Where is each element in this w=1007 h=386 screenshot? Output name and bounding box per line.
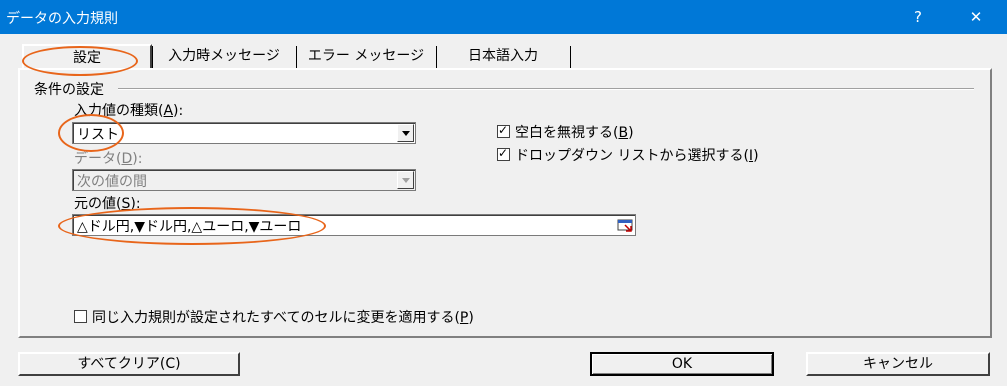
source-input[interactable]: △ドル円,▼ドル円,△ユーロ,▼ユーロ — [72, 214, 636, 236]
cancel-button[interactable]: キャンセル — [806, 352, 990, 376]
tab-divider — [436, 46, 437, 68]
window-title: データの入力規則 — [6, 11, 118, 27]
dropdown-checkbox[interactable]: ✓ — [497, 146, 510, 161]
data-dropdown: 次の値の間 — [72, 169, 416, 191]
ok-button[interactable]: OK — [590, 352, 774, 376]
source-value: △ドル円,▼ドル円,△ユーロ,▼ユーロ — [77, 219, 302, 235]
chevron-down-icon — [397, 171, 414, 189]
checkmark-icon: ✓ — [498, 146, 509, 160]
section-title: 条件の設定 — [34, 82, 104, 98]
dropdown-label: ドロップダウン リストから選択する(I) — [515, 148, 759, 164]
chevron-down-icon[interactable] — [397, 124, 414, 142]
apply-all-checkbox[interactable] — [74, 310, 87, 323]
allow-dropdown[interactable]: リスト — [72, 122, 416, 144]
ignore-blank-label: 空白を無視する(B) — [515, 125, 634, 141]
tab-settings[interactable]: 設定 — [22, 44, 152, 70]
clear-all-button[interactable]: すべてクリア(C) — [18, 352, 240, 376]
help-button[interactable]: ? — [895, 0, 941, 34]
dialog-body: 設定 入力時メッセージ エラー メッセージ 日本語入力 条件の設定 入力値の種類… — [0, 34, 1007, 386]
close-button[interactable]: ✕ — [953, 0, 999, 34]
tab-divider — [152, 46, 153, 68]
tab-divider — [296, 46, 297, 68]
group-divider — [118, 88, 974, 90]
tab-japanese-input[interactable]: 日本語入力 — [444, 44, 562, 68]
allow-value: リスト — [77, 127, 119, 143]
title-bar: データの入力規則 ? ✕ — [0, 0, 1007, 34]
range-select-icon[interactable] — [617, 217, 633, 233]
source-label: 元の値(S): — [74, 196, 141, 212]
apply-all-label: 同じ入力規則が設定されたすべてのセルに変更を適用する(P) — [92, 310, 474, 326]
tab-error-message[interactable]: エラー メッセージ — [304, 44, 428, 68]
checkmark-icon: ✓ — [498, 123, 509, 137]
tab-input-message[interactable]: 入力時メッセージ — [160, 44, 288, 68]
data-label: データ(D): — [74, 151, 143, 167]
tab-divider — [570, 46, 571, 68]
allow-label: 入力値の種類(A): — [74, 103, 184, 119]
ignore-blank-checkbox[interactable]: ✓ — [497, 123, 510, 138]
data-value: 次の値の間 — [77, 174, 147, 190]
